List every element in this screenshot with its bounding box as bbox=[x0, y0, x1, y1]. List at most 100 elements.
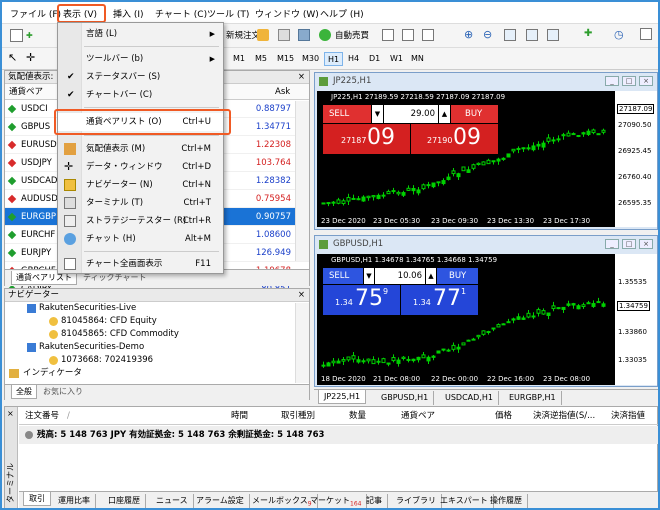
indicators-icon[interactable]: ✚ bbox=[584, 28, 592, 39]
editor-icon[interactable] bbox=[278, 29, 290, 41]
chart-tab-usdcad[interactable]: USDCAD,H1 bbox=[440, 391, 499, 405]
crosshair-icon[interactable]: ✛ bbox=[26, 51, 35, 64]
terminal-tab[interactable]: マーケット164 bbox=[305, 494, 368, 508]
col-type[interactable]: 取引種別 bbox=[281, 407, 315, 425]
buy-price-box[interactable]: 27190 09 bbox=[411, 124, 498, 154]
menu-tools[interactable]: ツール (T) bbox=[207, 7, 249, 20]
chart-tab-eurgbp[interactable]: EURGBP,H1 bbox=[504, 391, 562, 405]
timeframe-d1[interactable]: D1 bbox=[366, 52, 383, 66]
close-icon[interactable]: × bbox=[298, 71, 305, 84]
menu-window[interactable]: ウィンドウ (W) bbox=[255, 7, 319, 20]
chart-plot-jp225[interactable]: JP225,H1 27189.59 27218.59 27187.09 2718… bbox=[317, 91, 615, 227]
tab-general[interactable]: 全般 bbox=[11, 385, 37, 399]
navigator-item[interactable]: インディケータ bbox=[5, 367, 309, 380]
navigator-item[interactable]: RakutenSecurities-Live bbox=[5, 302, 309, 315]
timeframe-h4[interactable]: H4 bbox=[345, 52, 362, 66]
auto-trade-icon[interactable] bbox=[319, 29, 331, 41]
timeframe-m30[interactable]: M30 bbox=[299, 52, 322, 66]
chart-plot-gbpusd[interactable]: GBPUSD,H1 1.34678 1.34765 1.34668 1.3475… bbox=[317, 254, 615, 385]
navigator-scrollbar[interactable] bbox=[295, 303, 309, 383]
lot-up-icon[interactable]: ▲ bbox=[439, 105, 450, 123]
lot-up-icon[interactable]: ▲ bbox=[426, 268, 436, 284]
market-watch-scrollbar[interactable] bbox=[295, 101, 309, 261]
maximize-icon[interactable]: □ bbox=[622, 76, 636, 86]
menu-item-statusbar[interactable]: ✔ ステータスバー (S) bbox=[58, 68, 223, 86]
menu-item-chartbar[interactable]: ✔ チャートバー (C) bbox=[58, 86, 223, 104]
timeframe-h1[interactable]: H1 bbox=[324, 52, 344, 66]
close-icon[interactable]: × bbox=[639, 239, 653, 249]
menu-item-language[interactable]: 言語 (L) ▶ bbox=[58, 25, 223, 43]
menu-insert[interactable]: 挿入 (I) bbox=[113, 7, 144, 20]
terminal-tab[interactable]: ニュース bbox=[151, 494, 194, 508]
buy-price-box[interactable]: 1.34 77 1 bbox=[401, 285, 478, 315]
minimize-icon[interactable]: _ bbox=[605, 76, 619, 86]
menu-file[interactable]: ファイル (F) bbox=[10, 7, 61, 20]
lot-input[interactable]: 29.00 bbox=[384, 105, 438, 123]
candle-icon[interactable] bbox=[382, 29, 394, 41]
navigator-item[interactable]: 1073668: 702419396 bbox=[5, 354, 309, 367]
shift-icon[interactable] bbox=[547, 29, 559, 41]
col-stop-loss[interactable]: 決済逆指値(S/... bbox=[533, 407, 595, 425]
sell-button[interactable]: SELL bbox=[323, 105, 371, 123]
timeframe-mn[interactable]: MN bbox=[408, 52, 427, 66]
cursor-icon[interactable]: ↖ bbox=[8, 51, 17, 64]
menu-item-market-watch[interactable]: 気配値表示 (M) Ctrl+M bbox=[58, 140, 223, 158]
terminal-tab[interactable]: アラーム設定 bbox=[191, 494, 250, 508]
col-symbol[interactable]: 通貨ペア bbox=[9, 84, 43, 100]
navigator-item[interactable]: RakutenSecurities-Demo bbox=[5, 341, 309, 354]
menu-help[interactable]: ヘルプ (H) bbox=[320, 7, 364, 20]
plus-icon[interactable]: ✚ bbox=[26, 31, 33, 40]
tile-icon[interactable] bbox=[504, 29, 516, 41]
col-symbol[interactable]: 通貨ペア bbox=[401, 407, 435, 425]
menu-item-strategy-tester[interactable]: ストラテジーテスター (R) Ctrl+R bbox=[58, 212, 223, 230]
zoom-in-icon[interactable]: ⊕ bbox=[464, 28, 473, 41]
lot-input[interactable]: 10.06 bbox=[375, 268, 425, 284]
menu-item-terminal[interactable]: ターミナル (T) Ctrl+T bbox=[58, 194, 223, 212]
buy-button[interactable]: BUY bbox=[437, 268, 478, 284]
maximize-icon[interactable]: □ bbox=[622, 239, 636, 249]
navigator-item[interactable]: 81045864: CFD Equity bbox=[5, 315, 309, 328]
col-volume[interactable]: 数量 bbox=[349, 407, 366, 425]
menu-item-toolbar[interactable]: ツールバー (b) ▶ bbox=[58, 50, 223, 68]
close-icon[interactable]: × bbox=[7, 409, 14, 418]
col-price[interactable]: 価格 bbox=[495, 407, 512, 425]
chart-tab-gbpusd[interactable]: GBPUSD,H1 bbox=[376, 391, 435, 405]
line-chart-icon[interactable] bbox=[422, 29, 434, 41]
autoscroll-icon[interactable] bbox=[526, 29, 538, 41]
minimize-icon[interactable]: _ bbox=[605, 239, 619, 249]
buy-button[interactable]: BUY bbox=[451, 105, 498, 123]
new-chart-icon[interactable] bbox=[10, 29, 23, 42]
toolbox-icon[interactable] bbox=[257, 29, 269, 41]
timeframe-m5[interactable]: M5 bbox=[252, 52, 270, 66]
terminal-tab[interactable]: 記事 bbox=[361, 494, 388, 508]
new-order-button[interactable]: 新規注文 bbox=[226, 29, 260, 41]
template-icon[interactable] bbox=[640, 28, 652, 40]
lot-down-icon[interactable]: ▼ bbox=[364, 268, 374, 284]
zoom-out-icon[interactable]: ⊖ bbox=[483, 28, 492, 41]
menu-chart[interactable]: チャート (C) bbox=[155, 7, 207, 20]
tab-favorites[interactable]: お気に入り bbox=[43, 386, 83, 397]
sell-button[interactable]: SELL bbox=[323, 268, 363, 284]
lot-down-icon[interactable]: ▼ bbox=[372, 105, 383, 123]
terminal-tab[interactable]: 運用比率 bbox=[53, 494, 96, 508]
menu-item-chat[interactable]: チャット (H) Alt+M bbox=[58, 230, 223, 248]
close-icon[interactable]: × bbox=[298, 289, 305, 302]
sell-price-box[interactable]: 27187 09 bbox=[323, 124, 410, 154]
close-icon[interactable]: × bbox=[639, 76, 653, 86]
auto-trade-button[interactable]: 自動売買 bbox=[335, 29, 369, 41]
navigator-item[interactable]: 81045865: CFD Commodity bbox=[5, 328, 309, 341]
periods-icon[interactable]: ◷ bbox=[614, 28, 624, 41]
menu-item-navigator[interactable]: ナビゲーター (N) Ctrl+N bbox=[58, 176, 223, 194]
terminal-tab[interactable]: 操作履歴 bbox=[485, 494, 528, 508]
terminal-tab[interactable]: 取引 bbox=[23, 492, 51, 506]
bar-chart-icon[interactable] bbox=[402, 29, 414, 41]
col-ask[interactable]: Ask bbox=[275, 84, 290, 100]
sell-price-box[interactable]: 1.34 75 9 bbox=[323, 285, 400, 315]
chart-tab-jp225[interactable]: JP225,H1 bbox=[318, 390, 367, 404]
col-time[interactable]: 時間 bbox=[231, 407, 248, 425]
timeframe-m15[interactable]: M15 bbox=[274, 52, 297, 66]
menu-item-data-window[interactable]: ✛ データ・ウィンドウ Ctrl+D bbox=[58, 158, 223, 176]
timeframe-w1[interactable]: W1 bbox=[387, 52, 406, 66]
col-order[interactable]: 注文番号 bbox=[25, 407, 59, 425]
monitor-icon[interactable] bbox=[298, 29, 310, 41]
